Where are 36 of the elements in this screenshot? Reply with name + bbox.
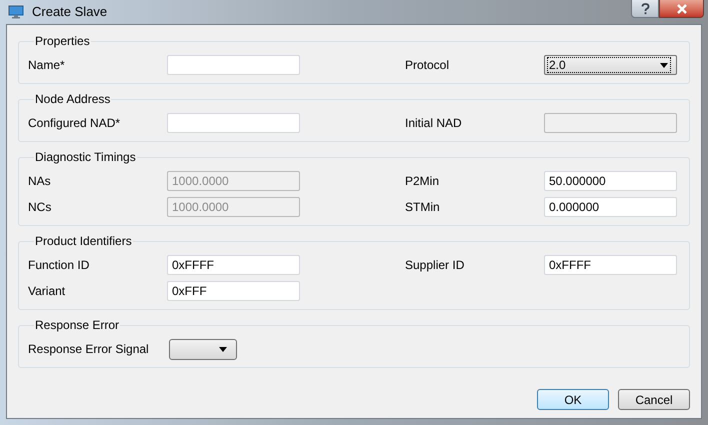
text-field[interactable]	[167, 113, 300, 133]
field-label: Configured NAD*	[28, 115, 122, 132]
field-label: Initial NAD	[405, 115, 463, 132]
help-button[interactable]	[631, 0, 659, 18]
dialog-button[interactable]: OK	[537, 389, 609, 410]
close-icon	[676, 4, 688, 14]
field-label: NAs	[28, 173, 52, 190]
field-label: Name*	[28, 57, 66, 74]
dropdown[interactable]	[169, 338, 237, 360]
text-field[interactable]: 0xFFFF	[544, 255, 677, 275]
field-label: Response Error Signal	[28, 341, 150, 358]
dropdown-caret-icon	[660, 62, 668, 68]
field-label: NCs	[28, 199, 52, 216]
close-button[interactable]	[659, 0, 704, 18]
text-field[interactable]: 0xFFFF	[167, 255, 300, 275]
field-label: STMin	[405, 199, 441, 216]
dialog-button[interactable]: Cancel	[618, 389, 690, 410]
text-field[interactable]	[167, 55, 300, 75]
text-field[interactable]: 50.000000	[544, 171, 677, 191]
group-title: Properties	[34, 33, 91, 50]
group-title: Node Address	[34, 91, 112, 108]
field-label: Supplier ID	[405, 257, 466, 274]
field-label: Protocol	[405, 57, 450, 74]
window-title: Create Slave	[32, 3, 108, 22]
text-field[interactable]: 0.000000	[544, 197, 677, 217]
monitor-icon	[8, 4, 24, 20]
field-label: Variant	[28, 283, 66, 300]
group-title: Product Identifiers	[34, 233, 133, 250]
dropdown-caret-icon	[219, 346, 227, 352]
field-label: P2Min	[405, 173, 440, 190]
question-mark-icon	[640, 2, 650, 14]
field-label: Function ID	[28, 257, 90, 274]
dropdown[interactable]: 2.0	[544, 55, 677, 75]
group-title: Diagnostic Timings	[34, 149, 137, 166]
group-title: Response Error	[34, 317, 120, 334]
text-field[interactable]: 0xFFF	[167, 281, 300, 301]
